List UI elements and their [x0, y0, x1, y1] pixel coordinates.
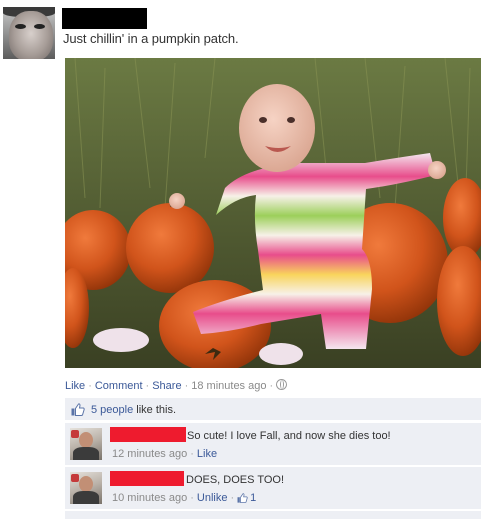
likes-count-link[interactable]: 5 people — [91, 404, 133, 416]
avatar-face — [9, 11, 53, 59]
poster-avatar[interactable] — [3, 7, 55, 59]
like-link[interactable]: Like — [65, 380, 85, 392]
comment-unlike-link[interactable]: Unlike — [197, 492, 228, 504]
thumbs-up-icon — [237, 493, 248, 506]
avatar-body — [73, 447, 99, 460]
avatar-head — [79, 432, 93, 448]
comment-timestamp[interactable]: 12 minutes ago — [112, 448, 187, 460]
separator-dot: · — [190, 448, 194, 460]
likes-suffix: like this. — [133, 404, 177, 416]
commenter-name-redaction — [110, 427, 186, 442]
thumbs-up-icon — [71, 403, 85, 419]
post-photo[interactable] — [65, 58, 481, 368]
separator-dot: · — [145, 380, 150, 392]
comment-meta: 12 minutes ago · Like — [112, 448, 217, 460]
post-actions: Like · Comment · Share · 18 minutes ago · — [65, 379, 288, 392]
poster-name-redaction — [62, 8, 147, 29]
commenter-name-redaction — [110, 471, 184, 486]
like-count-value: 1 — [250, 492, 257, 504]
comment-like-count[interactable]: 1 — [237, 492, 256, 504]
share-link[interactable]: Share — [152, 380, 181, 392]
separator-dot: · — [184, 380, 189, 392]
avatar-badge — [71, 474, 79, 482]
separator-dot: · — [88, 380, 92, 392]
separator-dot: · — [230, 492, 235, 504]
avatar-eye-left — [15, 24, 26, 29]
comment-timestamp[interactable]: 10 minutes ago — [112, 492, 187, 504]
comment-text: So cute! I love Fall, and now she dies t… — [187, 430, 391, 442]
comment-item: DOES, DOES TOO! 10 minutes ago · Unlike · 1 — [65, 466, 481, 509]
baby-in-pumpkin-patch-illustration — [65, 58, 481, 368]
comment-item: So cute! I love Fall, and now she dies t… — [65, 422, 481, 465]
separator-dot: · — [269, 380, 274, 392]
comment-like-link[interactable]: Like — [197, 448, 217, 460]
avatar-head — [79, 476, 93, 492]
post-status-text: Just chillin' in a pumpkin patch. — [63, 31, 239, 46]
comment-meta: 10 minutes ago · Unlike · 1 — [112, 492, 256, 506]
post-timestamp[interactable]: 18 minutes ago — [191, 380, 266, 392]
avatar-badge — [71, 430, 79, 438]
likes-text: 5 people like this. — [91, 404, 176, 416]
separator-dot: · — [190, 492, 194, 504]
comment-text: DOES, DOES TOO! — [186, 474, 285, 486]
comment-link[interactable]: Comment — [95, 380, 143, 392]
globe-icon[interactable] — [276, 379, 288, 390]
avatar-eye-right — [34, 24, 45, 29]
commenter-avatar[interactable] — [70, 428, 102, 460]
avatar-body — [73, 491, 99, 504]
comment-input-strip[interactable] — [65, 510, 481, 519]
commenter-avatar[interactable] — [70, 472, 102, 504]
likes-summary: 5 people like this. — [65, 398, 481, 420]
